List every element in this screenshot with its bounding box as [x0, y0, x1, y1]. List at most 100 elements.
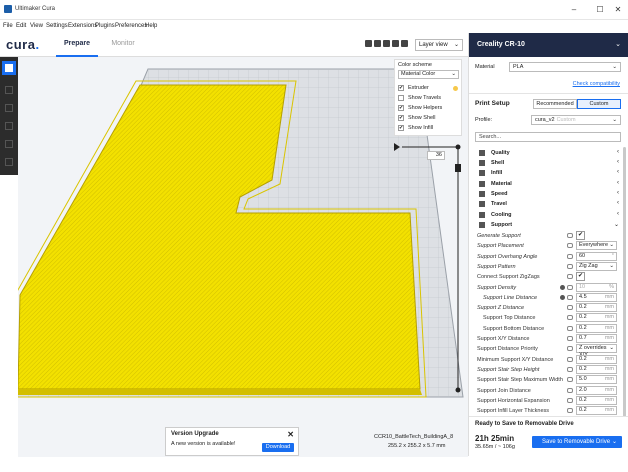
open-file-tool[interactable]: [2, 61, 16, 75]
recommended-tab[interactable]: Recommended: [533, 99, 577, 109]
checkbox[interactable]: ✔: [398, 125, 404, 131]
link-icon[interactable]: [567, 315, 573, 321]
download-button[interactable]: Download: [262, 443, 294, 452]
profile-select[interactable]: cura_v2 Custom ⌄: [531, 115, 621, 125]
info-icon[interactable]: [560, 284, 565, 290]
setting-input[interactable]: 0.7 mm: [576, 334, 617, 343]
setting-checkbox[interactable]: ✔: [576, 272, 585, 282]
link-icon[interactable]: [567, 253, 573, 259]
view-front-icon[interactable]: [374, 40, 381, 47]
mirror-tool[interactable]: [2, 137, 16, 151]
menu-settings[interactable]: Settings: [46, 23, 68, 29]
menu-file[interactable]: File: [3, 23, 13, 29]
minimize-button[interactable]: –: [567, 4, 581, 16]
link-icon[interactable]: [567, 233, 573, 238]
view-mode-select[interactable]: Layer view ⌄: [415, 39, 463, 51]
checkbox[interactable]: [398, 95, 404, 101]
option-show-shell[interactable]: ✔ Show Shell: [398, 114, 460, 122]
category-infill[interactable]: Infill ‹: [475, 168, 621, 178]
setting-select[interactable]: Everywhere ⌄: [576, 241, 617, 251]
setting-row: Support Horizontal Expansion 0.2 mm: [475, 395, 621, 406]
setting-input[interactable]: 0.2 mm: [576, 406, 617, 416]
setting-input[interactable]: 0.2 mm: [576, 313, 617, 323]
link-icon[interactable]: [567, 336, 573, 341]
menu-view[interactable]: View: [30, 23, 43, 29]
category-material[interactable]: Material ‹: [475, 179, 621, 189]
move-tool[interactable]: [2, 83, 16, 97]
menu-help[interactable]: Help: [145, 23, 157, 29]
category-speed[interactable]: Speed ‹: [475, 189, 621, 199]
category-travel[interactable]: Travel ‹: [475, 199, 621, 209]
save-to-removable-drive-button[interactable]: Save to Removable Drive ⌄: [532, 436, 622, 448]
setting-input[interactable]: 0.2 mm: [576, 364, 617, 374]
checkbox[interactable]: ✔: [398, 115, 404, 121]
setting-input[interactable]: 5.0 mm: [576, 375, 617, 385]
category-quality[interactable]: Quality ‹: [475, 148, 621, 158]
setting-select[interactable]: Zig Zag ⌄: [576, 261, 617, 271]
category-shell[interactable]: Shell ‹: [475, 158, 621, 168]
view-right-icon[interactable]: [401, 40, 408, 47]
link-icon[interactable]: [567, 294, 573, 300]
setting-input[interactable]: 4.5 mm: [576, 292, 617, 302]
close-icon[interactable]: ✕: [287, 430, 294, 439]
setting-input[interactable]: 10%: [576, 282, 617, 292]
setting-checkbox[interactable]: ✔: [576, 231, 585, 240]
settings-search-input[interactable]: Search...: [475, 132, 621, 142]
link-icon[interactable]: [567, 274, 573, 280]
setting-input[interactable]: 0.2 mm: [576, 323, 617, 333]
link-icon[interactable]: [567, 305, 573, 311]
check-compatibility-link[interactable]: Check compatibility: [573, 81, 620, 87]
tab-prepare[interactable]: Prepare: [56, 33, 98, 57]
link-icon[interactable]: [567, 366, 573, 372]
setting-row: Support Infill Layer Thickness 0.2 mm: [475, 406, 621, 416]
custom-tab[interactable]: Custom: [577, 99, 621, 109]
rotate-tool[interactable]: [2, 119, 16, 133]
checkbox[interactable]: ✔: [398, 85, 404, 91]
option-show-infill[interactable]: ✔ Show Infill: [398, 124, 460, 132]
color-scheme-select[interactable]: Material Color ⌄: [398, 70, 459, 79]
material-select[interactable]: PLA ⌄: [509, 62, 621, 72]
view-top-icon[interactable]: [383, 40, 390, 47]
layer-number-input[interactable]: 36: [427, 151, 445, 160]
maximize-button[interactable]: ☐: [593, 4, 607, 16]
link-icon[interactable]: [567, 387, 573, 393]
printer-selector[interactable]: Creality CR-10 ⌄: [469, 33, 628, 57]
cura-header: cura. Prepare Monitor Layer view ⌄: [0, 33, 468, 57]
link-icon[interactable]: [567, 325, 573, 331]
close-button[interactable]: ✕: [611, 4, 625, 16]
setting-input[interactable]: 0.2 mm: [576, 303, 617, 313]
view-left-icon[interactable]: [392, 40, 399, 47]
setting-input[interactable]: 2.0 mm: [576, 385, 617, 395]
layer-slider[interactable]: [400, 140, 468, 400]
menu-plugins[interactable]: Plugins: [95, 23, 115, 29]
option-show-travels[interactable]: Show Travels: [398, 94, 460, 102]
link-icon[interactable]: [567, 284, 573, 290]
tab-monitor[interactable]: Monitor: [102, 33, 144, 57]
link-icon[interactable]: [567, 346, 573, 352]
view-3d-icon[interactable]: [365, 40, 372, 47]
checkbox[interactable]: ✔: [398, 105, 404, 111]
setting-row: Connect Support ZigZags ✔: [475, 272, 621, 282]
menu-edit[interactable]: Edit: [16, 23, 26, 29]
option-show-helpers[interactable]: ✔ Show Helpers: [398, 104, 460, 112]
link-icon[interactable]: [567, 263, 573, 269]
link-icon[interactable]: [567, 377, 573, 383]
setting-select[interactable]: Z overrides X/Y⌄: [576, 344, 617, 358]
menu-preferences[interactable]: Preferences: [115, 23, 147, 29]
link-icon[interactable]: [567, 397, 573, 403]
info-icon[interactable]: [560, 294, 565, 300]
link-icon[interactable]: [567, 243, 573, 249]
link-icon[interactable]: [567, 356, 573, 362]
sidebar-scrollbar[interactable]: [623, 147, 626, 417]
per-model-settings-tool[interactable]: [2, 155, 16, 169]
category-cooling[interactable]: Cooling ‹: [475, 210, 621, 220]
category-support[interactable]: Support ⌄: [475, 220, 621, 230]
setting-input[interactable]: 0.2 mm: [576, 354, 617, 364]
setting-input[interactable]: 0.2 mm: [576, 395, 617, 405]
menu-extensions[interactable]: Extensions: [68, 23, 97, 29]
scale-tool[interactable]: [2, 101, 16, 115]
option-extruder[interactable]: ✔ Extruder: [398, 84, 460, 92]
setting-input[interactable]: 60 °: [576, 251, 617, 261]
setting-label: Connect Support ZigZags: [477, 274, 540, 281]
link-icon[interactable]: [567, 408, 573, 414]
